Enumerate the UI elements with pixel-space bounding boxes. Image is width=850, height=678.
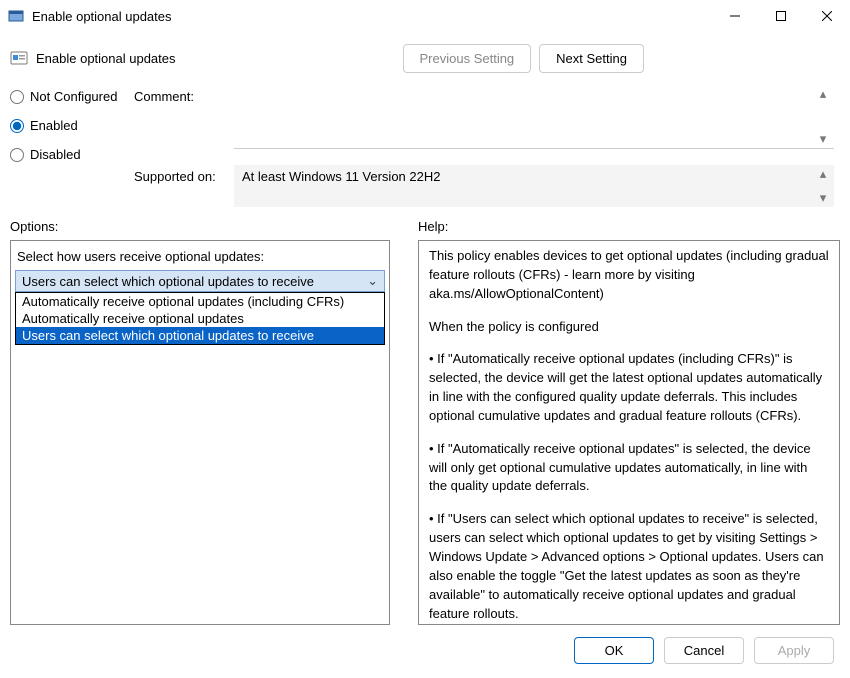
help-text: • If "Users can select which optional up… — [429, 510, 829, 623]
radio-disabled[interactable]: Disabled — [10, 147, 134, 162]
supported-on-box: At least Windows 11 Version 22H2 ▴ ▾ — [234, 165, 834, 207]
ok-button[interactable]: OK — [574, 637, 654, 664]
window-title: Enable optional updates — [32, 9, 712, 24]
dropdown-item[interactable]: Automatically receive optional updates — [16, 310, 384, 327]
options-panel: Select how users receive optional update… — [10, 240, 390, 625]
help-text: • If "Automatically receive optional upd… — [429, 440, 829, 497]
help-text: • If "Automatically receive optional upd… — [429, 350, 829, 425]
dropdown-item[interactable]: Users can select which optional updates … — [16, 327, 384, 344]
previous-setting-button[interactable]: Previous Setting — [403, 44, 532, 73]
scroll-up-icon[interactable]: ▴ — [816, 167, 830, 181]
window-controls — [712, 0, 850, 32]
close-button[interactable] — [804, 0, 850, 32]
options-field-label: Select how users receive optional update… — [15, 247, 385, 270]
cancel-button[interactable]: Cancel — [664, 637, 744, 664]
minimize-button[interactable] — [712, 0, 758, 32]
options-section-label: Options: — [10, 219, 390, 234]
subheader: Enable optional updates Previous Setting… — [0, 32, 850, 81]
supported-on-value: At least Windows 11 Version 22H2 — [234, 165, 834, 188]
apply-button[interactable]: Apply — [754, 637, 834, 664]
config-area: Not Configured Enabled Disabled Comment:… — [0, 81, 850, 207]
help-panel: This policy enables devices to get optio… — [418, 240, 840, 625]
radio-enabled[interactable]: Enabled — [10, 118, 134, 133]
app-icon — [8, 8, 24, 24]
radio-not-configured-input[interactable] — [10, 90, 24, 104]
help-section-label: Help: — [418, 219, 840, 234]
radio-enabled-input[interactable] — [10, 119, 24, 133]
comment-label: Comment: — [134, 85, 234, 104]
scroll-up-icon[interactable]: ▴ — [816, 87, 830, 101]
next-setting-button[interactable]: Next Setting — [539, 44, 644, 73]
policy-icon — [10, 50, 28, 68]
chevron-down-icon: ⌄ — [367, 273, 378, 289]
help-text: When the policy is configured — [429, 318, 829, 337]
help-text: This policy enables devices to get optio… — [429, 247, 829, 304]
dropdown-item[interactable]: Automatically receive optional updates (… — [16, 293, 384, 310]
radio-disabled-input[interactable] — [10, 148, 24, 162]
policy-editor-window: Enable optional updates Enable optional … — [0, 0, 850, 678]
select-current-value: Users can select which optional updates … — [22, 274, 314, 289]
scroll-down-icon[interactable]: ▾ — [816, 191, 830, 205]
radio-not-configured-label: Not Configured — [30, 89, 117, 104]
radio-disabled-label: Disabled — [30, 147, 81, 162]
optional-updates-select[interactable]: Users can select which optional updates … — [15, 270, 385, 292]
radio-not-configured[interactable]: Not Configured — [10, 89, 134, 104]
optional-updates-dropdown: Automatically receive optional updates (… — [15, 292, 385, 345]
state-radios: Not Configured Enabled Disabled — [10, 85, 134, 207]
scroll-down-icon[interactable]: ▾ — [816, 132, 830, 146]
supported-on-label: Supported on: — [134, 165, 234, 184]
policy-name: Enable optional updates — [36, 51, 176, 66]
titlebar: Enable optional updates — [0, 0, 850, 32]
dialog-footer: OK Cancel Apply — [0, 637, 850, 678]
radio-enabled-label: Enabled — [30, 118, 78, 133]
maximize-button[interactable] — [758, 0, 804, 32]
comment-input[interactable]: ▴ ▾ — [234, 85, 834, 149]
